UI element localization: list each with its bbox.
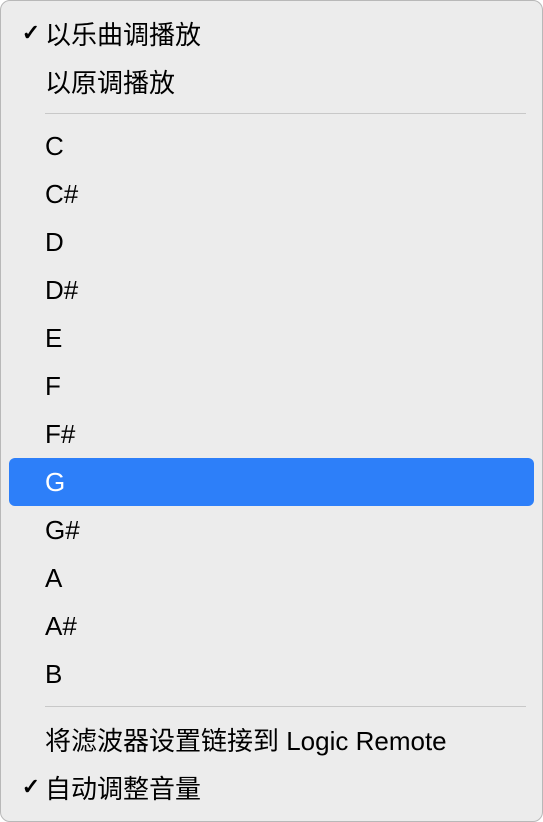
menu-item-play-song-key[interactable]: ✓ 以乐曲调播放 — [1, 9, 542, 57]
menu-item-label: C — [45, 131, 526, 162]
menu-item-key-d-sharp[interactable]: D# — [1, 266, 542, 314]
checkmark-icon: ✓ — [17, 774, 45, 800]
menu-separator — [45, 706, 526, 707]
menu-item-label: F — [45, 371, 526, 402]
menu-item-key-d[interactable]: D — [1, 218, 542, 266]
menu-item-label: D — [45, 227, 526, 258]
menu-separator — [45, 113, 526, 114]
menu-item-label: A — [45, 563, 526, 594]
menu-item-key-f-sharp[interactable]: F# — [1, 410, 542, 458]
menu-item-label: E — [45, 323, 526, 354]
menu-item-key-c[interactable]: C — [1, 122, 542, 170]
menu-item-label: 以乐曲调播放 — [45, 15, 526, 52]
menu-item-label: B — [45, 659, 526, 690]
menu-item-key-e[interactable]: E — [1, 314, 542, 362]
menu-item-key-b[interactable]: B — [1, 650, 542, 698]
menu-item-key-g[interactable]: G — [9, 458, 534, 506]
menu-item-key-c-sharp[interactable]: C# — [1, 170, 542, 218]
menu-item-key-a-sharp[interactable]: A# — [1, 602, 542, 650]
menu-item-label: 将滤波器设置链接到 Logic Remote — [45, 721, 526, 758]
menu-item-label: G# — [45, 515, 526, 546]
menu-item-label: F# — [45, 419, 526, 450]
menu-item-auto-adjust-volume[interactable]: ✓ 自动调整音量 — [1, 763, 542, 811]
menu-item-label: A# — [45, 611, 526, 642]
menu-item-key-f[interactable]: F — [1, 362, 542, 410]
menu-item-label: 自动调整音量 — [45, 769, 526, 806]
menu-item-play-original-key[interactable]: 以原调播放 — [1, 57, 542, 105]
context-menu: ✓ 以乐曲调播放 以原调播放 C C# D D# E F F# G G# — [0, 0, 543, 822]
menu-item-label: G — [45, 467, 526, 498]
menu-item-label: 以原调播放 — [45, 63, 526, 100]
menu-item-link-filter-logic-remote[interactable]: 将滤波器设置链接到 Logic Remote — [1, 715, 542, 763]
menu-item-label: C# — [45, 179, 526, 210]
checkmark-icon: ✓ — [17, 20, 45, 46]
menu-item-key-a[interactable]: A — [1, 554, 542, 602]
menu-item-label: D# — [45, 275, 526, 306]
menu-item-key-g-sharp[interactable]: G# — [1, 506, 542, 554]
